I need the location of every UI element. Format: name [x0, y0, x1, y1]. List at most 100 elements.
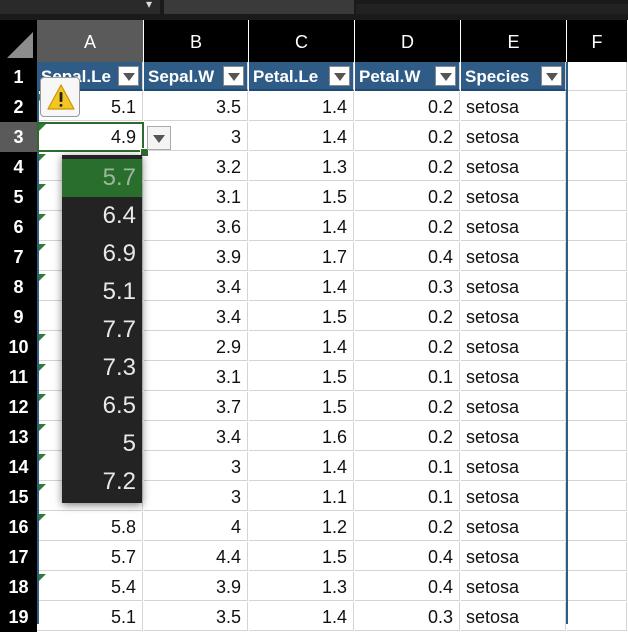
species-cell[interactable]: setosa: [461, 152, 566, 181]
numeric-cell[interactable]: 1.3: [249, 572, 354, 601]
filter-dropdown-icon[interactable]: [223, 66, 244, 86]
species-cell[interactable]: setosa: [461, 452, 566, 481]
species-cell[interactable]: setosa: [461, 122, 566, 151]
table-header-cell[interactable]: Species: [461, 62, 566, 91]
species-cell[interactable]: setosa: [461, 302, 566, 331]
empty-cell[interactable]: [567, 92, 627, 121]
numeric-cell[interactable]: 1.5: [249, 302, 354, 331]
empty-cell[interactable]: [567, 572, 627, 601]
cell-dropdown-button[interactable]: [147, 126, 171, 150]
species-cell[interactable]: setosa: [461, 392, 566, 421]
numeric-cell[interactable]: 1.6: [249, 422, 354, 451]
numeric-cell[interactable]: 3.9: [144, 242, 248, 271]
numeric-cell[interactable]: 0.1: [355, 482, 460, 511]
numeric-cell[interactable]: 0.2: [355, 212, 460, 241]
row-header-9[interactable]: 9: [0, 302, 37, 332]
numeric-cell[interactable]: 3.9: [144, 572, 248, 601]
row-header-11[interactable]: 11: [0, 362, 37, 392]
species-cell[interactable]: setosa: [461, 362, 566, 391]
dropdown-option[interactable]: 7.2: [62, 463, 142, 501]
numeric-cell[interactable]: 1.5: [249, 392, 354, 421]
numeric-cell[interactable]: 3.1: [144, 182, 248, 211]
numeric-cell[interactable]: 1.3: [249, 152, 354, 181]
column-header-f[interactable]: F: [567, 20, 627, 62]
numeric-cell[interactable]: 0.3: [355, 272, 460, 301]
column-header-c[interactable]: C: [249, 20, 354, 62]
filter-dropdown-icon[interactable]: [435, 66, 456, 86]
table-header-cell[interactable]: Petal.W: [355, 62, 460, 91]
column-header-d[interactable]: D: [355, 20, 460, 62]
numeric-cell[interactable]: 0.2: [355, 182, 460, 211]
numeric-cell[interactable]: 3.4: [144, 272, 248, 301]
numeric-cell[interactable]: 1.5: [249, 182, 354, 211]
numeric-cell[interactable]: 3.1: [144, 362, 248, 391]
numeric-cell[interactable]: 0.2: [355, 122, 460, 151]
filter-dropdown-icon[interactable]: [541, 66, 562, 86]
numeric-cell[interactable]: 1.4: [249, 452, 354, 481]
row-header-13[interactable]: 13: [0, 422, 37, 452]
filter-dropdown-icon[interactable]: [118, 66, 139, 86]
empty-cell[interactable]: [567, 62, 627, 91]
numeric-cell[interactable]: 0.4: [355, 572, 460, 601]
numeric-cell[interactable]: 5.7: [37, 542, 143, 571]
dropdown-option[interactable]: 6.9: [62, 235, 142, 273]
numeric-cell[interactable]: 0.1: [355, 362, 460, 391]
row-header-14[interactable]: 14: [0, 452, 37, 482]
species-cell[interactable]: setosa: [461, 272, 566, 301]
empty-cell[interactable]: [567, 362, 627, 391]
numeric-cell[interactable]: 3.4: [144, 302, 248, 331]
numeric-cell[interactable]: 1.4: [249, 332, 354, 361]
row-header-7[interactable]: 7: [0, 242, 37, 272]
species-cell[interactable]: setosa: [461, 542, 566, 571]
numeric-cell[interactable]: 1.5: [249, 362, 354, 391]
numeric-cell[interactable]: 0.2: [355, 392, 460, 421]
numeric-cell[interactable]: 1.4: [249, 272, 354, 301]
species-cell[interactable]: setosa: [461, 602, 566, 631]
dropdown-option[interactable]: 7.7: [62, 311, 142, 349]
species-cell[interactable]: setosa: [461, 242, 566, 271]
empty-cell[interactable]: [567, 602, 627, 631]
species-cell[interactable]: setosa: [461, 482, 566, 511]
empty-cell[interactable]: [567, 542, 627, 571]
filter-dropdown-icon[interactable]: [329, 66, 350, 86]
numeric-cell[interactable]: 3: [144, 452, 248, 481]
numeric-cell[interactable]: 3.6: [144, 212, 248, 241]
numeric-cell[interactable]: 4.4: [144, 542, 248, 571]
empty-cell[interactable]: [567, 392, 627, 421]
numeric-cell[interactable]: 3.5: [144, 92, 248, 121]
row-header-16[interactable]: 16: [0, 512, 37, 542]
row-header-18[interactable]: 18: [0, 572, 37, 602]
numeric-cell[interactable]: 5.8: [37, 512, 143, 541]
species-cell[interactable]: setosa: [461, 92, 566, 121]
row-header-6[interactable]: 6: [0, 212, 37, 242]
value-dropdown-list[interactable]: 5.7 6.4 6.9 5.1 7.7 7.3 6.5 5 7.2: [62, 155, 142, 503]
numeric-cell[interactable]: 4: [144, 512, 248, 541]
empty-cell[interactable]: [567, 452, 627, 481]
empty-cell[interactable]: [567, 122, 627, 151]
numeric-cell[interactable]: 1.4: [249, 212, 354, 241]
numeric-cell[interactable]: 0.2: [355, 92, 460, 121]
numeric-cell[interactable]: 0.2: [355, 302, 460, 331]
numeric-cell[interactable]: 0.2: [355, 152, 460, 181]
dropdown-option[interactable]: 5: [62, 425, 142, 463]
row-header-17[interactable]: 17: [0, 542, 37, 572]
numeric-cell[interactable]: 3: [144, 482, 248, 511]
numeric-cell[interactable]: 1.4: [249, 122, 354, 151]
numeric-cell[interactable]: 0.4: [355, 242, 460, 271]
numeric-cell[interactable]: 1.1: [249, 482, 354, 511]
empty-cell[interactable]: [567, 422, 627, 451]
numeric-cell[interactable]: 3.2: [144, 152, 248, 181]
species-cell[interactable]: setosa: [461, 572, 566, 601]
empty-cell[interactable]: [567, 482, 627, 511]
empty-cell[interactable]: [567, 182, 627, 211]
numeric-cell[interactable]: 1.2: [249, 512, 354, 541]
dropdown-option[interactable]: 5.7: [62, 159, 142, 197]
numeric-cell[interactable]: 3.7: [144, 392, 248, 421]
numeric-cell[interactable]: 1.4: [249, 92, 354, 121]
numeric-cell[interactable]: 1.5: [249, 542, 354, 571]
row-header-2[interactable]: 2: [0, 92, 37, 122]
table-header-cell[interactable]: Petal.Le: [249, 62, 354, 91]
column-header-b[interactable]: B: [144, 20, 248, 62]
row-header-12[interactable]: 12: [0, 392, 37, 422]
numeric-cell[interactable]: 0.4: [355, 542, 460, 571]
